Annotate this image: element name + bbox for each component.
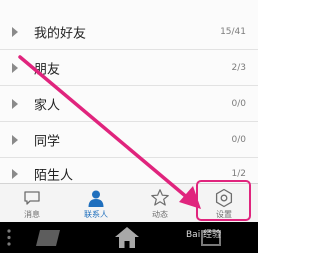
group-count: 0/0 (231, 99, 246, 109)
group-name: 家人 (34, 98, 61, 114)
group-row-family[interactable]: 家人 0/0 (0, 86, 258, 122)
contacts-icon (88, 190, 104, 207)
tab-label: 联系人 (84, 210, 108, 219)
expand-arrow-icon (12, 27, 18, 37)
message-icon (24, 191, 40, 205)
group-row-my-friends[interactable]: 我的好友 15/41 (0, 14, 258, 50)
settings-highlight-box (196, 180, 251, 221)
tab-messages[interactable]: 消息 (0, 184, 64, 222)
group-row-classmates[interactable]: 同学 0/0 (0, 122, 258, 158)
group-name: 陌生人 (34, 168, 74, 184)
expand-arrow-icon (12, 63, 18, 73)
watermark-text: Bai 经验 (186, 230, 222, 240)
group-name: 我的好友 (34, 26, 87, 42)
contact-group-list: 我的好友 15/41 朋友 2/3 家人 0/0 同学 0/0 陌生人 1/2 (0, 0, 258, 184)
expand-arrow-icon (12, 169, 18, 179)
expand-arrow-icon (12, 135, 18, 145)
group-count: 1/2 (231, 169, 246, 179)
expand-arrow-icon (12, 99, 18, 109)
tab-label: 动态 (152, 210, 168, 219)
tab-label: 消息 (24, 210, 40, 219)
menu-dots-icon[interactable] (0, 222, 18, 253)
star-icon (151, 189, 169, 206)
group-name: 同学 (34, 134, 61, 150)
home-icon[interactable] (110, 222, 144, 253)
tab-contacts[interactable]: 联系人 (64, 184, 128, 222)
back-icon[interactable] (30, 222, 66, 253)
group-name: 朋友 (34, 62, 61, 78)
group-count: 15/41 (220, 27, 246, 37)
group-count: 0/0 (231, 135, 246, 145)
group-row-friends[interactable]: 朋友 2/3 (0, 50, 258, 86)
group-count: 2/3 (231, 63, 246, 73)
tab-moments[interactable]: 动态 (128, 184, 192, 222)
